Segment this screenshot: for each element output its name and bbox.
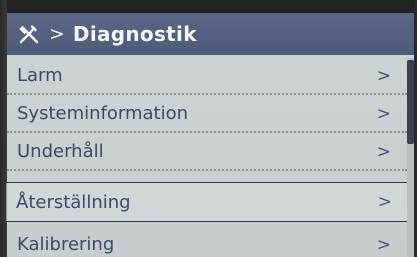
menu-item-underhall[interactable]: Underhåll > bbox=[7, 134, 407, 171]
breadcrumb-separator: > bbox=[49, 23, 65, 45]
header-bar: > Diagnostik bbox=[7, 13, 414, 55]
menu-item-label: Larm bbox=[17, 65, 63, 86]
menu-item-label: Underhåll bbox=[17, 141, 104, 162]
menu-item-kalibrering[interactable]: Kalibrering > bbox=[7, 226, 407, 257]
page-title: Diagnostik bbox=[72, 22, 197, 46]
scrollbar[interactable] bbox=[407, 58, 414, 257]
menu-list: Larm > Systeminformation > Underhåll > Å… bbox=[5, 58, 409, 257]
chevron-right-icon: > bbox=[376, 103, 391, 124]
menu-item-larm[interactable]: Larm > bbox=[7, 58, 407, 95]
chevron-right-icon: > bbox=[376, 234, 391, 255]
chevron-right-icon: > bbox=[377, 192, 392, 212]
menu-item-label: Kalibrering bbox=[17, 234, 115, 255]
menu-item-label: Systeminformation bbox=[17, 103, 189, 124]
scrollbar-thumb[interactable] bbox=[407, 60, 414, 144]
device-screen: > Diagnostik Larm > Systeminformation > … bbox=[0, 0, 417, 257]
menu-item-label: Återställning bbox=[16, 191, 131, 213]
menu-item-aterstallning[interactable]: Återställning > bbox=[5, 182, 409, 222]
menu-item-systeminformation[interactable]: Systeminformation > bbox=[7, 96, 407, 133]
bezel-top bbox=[0, 0, 417, 13]
wrench-screwdriver-icon[interactable] bbox=[15, 20, 43, 48]
chevron-right-icon: > bbox=[376, 141, 391, 162]
chevron-right-icon: > bbox=[376, 65, 391, 86]
